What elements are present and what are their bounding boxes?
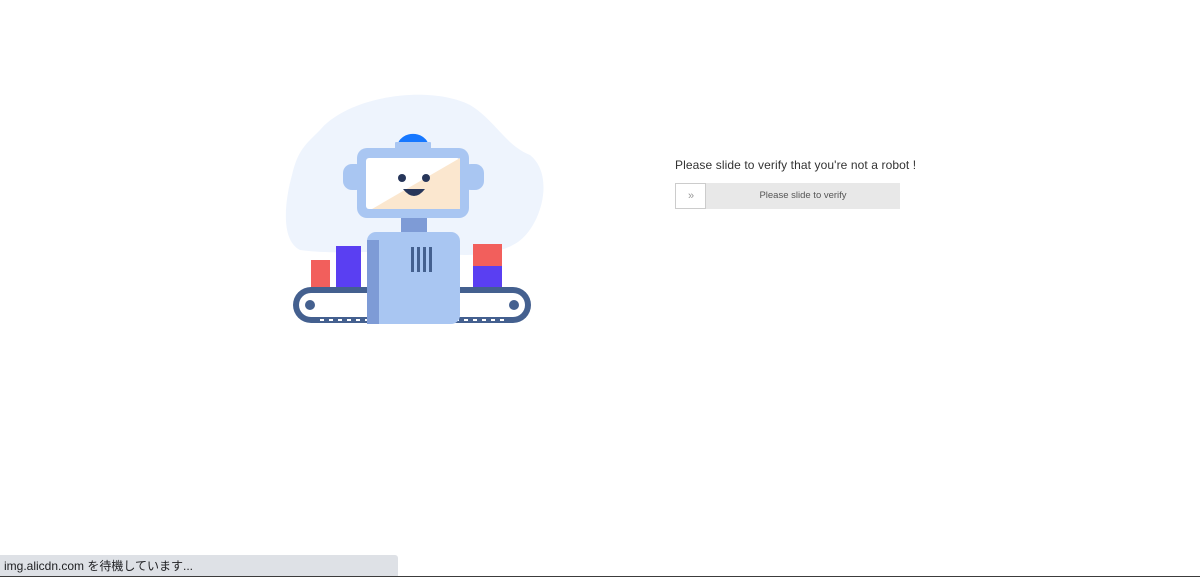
verify-panel: Please slide to verify that you're not a… bbox=[675, 158, 975, 209]
robot-illustration bbox=[280, 90, 550, 330]
status-text: img.alicdn.com を待機しています... bbox=[4, 559, 194, 573]
vent-line-3 bbox=[423, 247, 426, 272]
robot-body-shade bbox=[367, 240, 379, 324]
purple-box-left bbox=[336, 246, 361, 290]
red-box-right bbox=[473, 244, 502, 267]
siren-base bbox=[395, 142, 431, 149]
robot-left-eye bbox=[398, 174, 406, 182]
robot-icon bbox=[285, 94, 544, 324]
verify-prompt: Please slide to verify that you're not a… bbox=[675, 158, 917, 172]
slider-track[interactable]: Please slide to verify » bbox=[675, 183, 900, 209]
conveyor-left-wheel bbox=[305, 300, 315, 310]
purple-box-right bbox=[473, 266, 502, 290]
slider-label: Please slide to verify bbox=[759, 190, 847, 201]
robot-right-eye bbox=[422, 174, 430, 182]
double-chevron-right-icon: » bbox=[687, 189, 694, 202]
vent-line-1 bbox=[411, 247, 414, 272]
slider-handle[interactable]: » bbox=[675, 183, 706, 209]
robot-body bbox=[367, 232, 460, 324]
vent-line-2 bbox=[417, 247, 420, 272]
browser-status-bar: img.alicdn.com を待機しています... bbox=[0, 555, 398, 577]
page: Please slide to verify that you're not a… bbox=[0, 0, 1200, 577]
red-box-left bbox=[311, 260, 330, 290]
robot-neck bbox=[401, 218, 427, 234]
conveyor-right-wheel bbox=[509, 300, 519, 310]
vent-line-4 bbox=[429, 247, 432, 272]
